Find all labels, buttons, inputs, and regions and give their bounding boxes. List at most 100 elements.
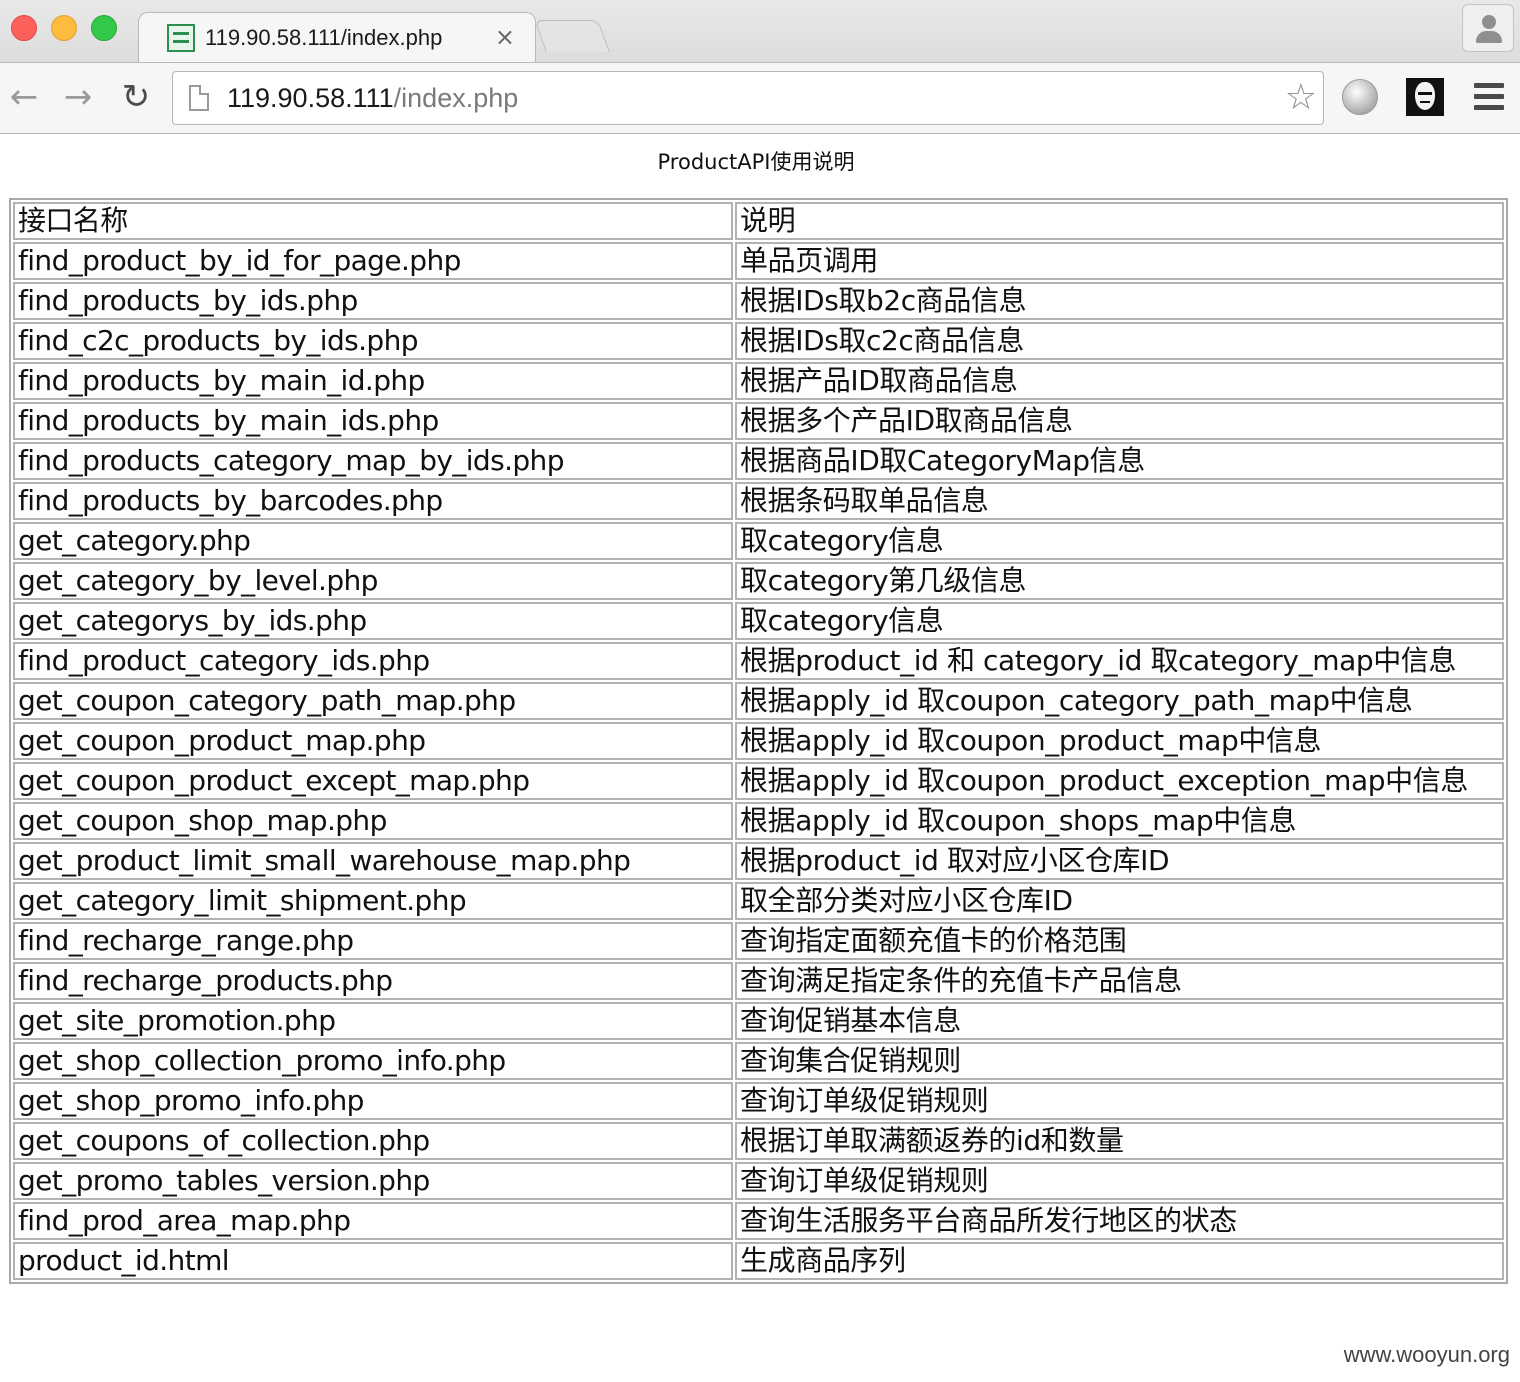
api-description-cell: 根据商品ID取CategoryMap信息 (735, 442, 1504, 480)
api-name-cell: find_products_by_main_ids.php (13, 402, 733, 440)
api-description-cell: 根据多个产品ID取商品信息 (735, 402, 1504, 440)
table-row: get_category.php 取category信息 (13, 522, 1504, 560)
arrow-left-icon[interactable]: ← (4, 77, 44, 117)
table-row: find_recharge_range.php 查询指定面额充值卡的价格范围 (13, 922, 1504, 960)
api-name-cell: get_coupon_shop_map.php (13, 802, 733, 840)
api-description-cell: 根据product_id 和 category_id 取category_map… (735, 642, 1504, 680)
table-row: get_category_by_level.php 取category第几级信息 (13, 562, 1504, 600)
mask-extension-icon[interactable] (1406, 78, 1444, 116)
api-description-cell: 根据IDs取b2c商品信息 (735, 282, 1504, 320)
table-header-row: 接口名称 说明 (13, 202, 1504, 240)
api-description-cell: 取category信息 (735, 602, 1504, 640)
table-row: get_shop_collection_promo_info.php 查询集合促销… (13, 1042, 1504, 1080)
table-row: find_products_by_ids.php 根据IDs取b2c商品信息 (13, 282, 1504, 320)
api-name-cell: get_shop_collection_promo_info.php (13, 1042, 733, 1080)
window-zoom-button[interactable] (91, 15, 117, 41)
api-name-cell: find_products_by_main_id.php (13, 362, 733, 400)
table-row: get_coupon_product_map.php 根据apply_id 取co… (13, 722, 1504, 760)
user-icon (1482, 15, 1496, 29)
tab-close-icon[interactable]: × (495, 23, 515, 51)
api-description-cell: 根据apply_id 取coupon_product_exception_map… (735, 762, 1504, 800)
profile-button[interactable] (1462, 4, 1514, 52)
user-icon-body (1476, 31, 1502, 43)
table-row: get_shop_promo_info.php 查询订单级促销规则 (13, 1082, 1504, 1120)
url-path: /index.php (393, 83, 519, 113)
api-description-cell: 生成商品序列 (735, 1242, 1504, 1280)
api-name-cell: get_coupon_product_except_map.php (13, 762, 733, 800)
api-description-cell: 单品页调用 (735, 242, 1504, 280)
api-name-cell: find_product_category_ids.php (13, 642, 733, 680)
window-close-button[interactable] (11, 15, 37, 41)
api-description-cell: 根据订单取满额返券的id和数量 (735, 1122, 1504, 1160)
api-name-cell: find_recharge_range.php (13, 922, 733, 960)
api-description-cell: 查询生活服务平台商品所发行地区的状态 (735, 1202, 1504, 1240)
url-host: 119.90.58.111 (227, 83, 394, 113)
api-description-cell: 根据产品ID取商品信息 (735, 362, 1504, 400)
api-description-cell: 查询指定面额充值卡的价格范围 (735, 922, 1504, 960)
api-name-cell: get_product_limit_small_warehouse_map.ph… (13, 842, 733, 880)
table-row: get_categorys_by_ids.php 取category信息 (13, 602, 1504, 640)
api-table: 接口名称 说明 find_product_by_id_for_page.php 单… (9, 198, 1508, 1284)
star-icon[interactable]: ☆ (1285, 76, 1317, 120)
api-name-cell: get_shop_promo_info.php (13, 1082, 733, 1120)
page-title: ProductAPI使用说明 (657, 150, 855, 174)
table-row: find_product_by_id_for_page.php 单品页调用 (13, 242, 1504, 280)
table-row: product_id.html 生成商品序列 (13, 1242, 1504, 1280)
api-description-cell: 查询满足指定条件的充值卡产品信息 (735, 962, 1504, 1000)
api-name-cell: get_coupon_product_map.php (13, 722, 733, 760)
api-description-cell: 根据product_id 取对应小区仓库ID (735, 842, 1504, 880)
table-row: get_coupon_shop_map.php 根据apply_id 取coupo… (13, 802, 1504, 840)
table-row: get_coupons_of_collection.php 根据订单取满额返券的i… (13, 1122, 1504, 1160)
table-row: get_product_limit_small_warehouse_map.ph… (13, 842, 1504, 880)
browser-tab-strip: 119.90.58.111/index.php × (0, 0, 1520, 64)
table-row: get_site_promotion.php 查询促销基本信息 (13, 1002, 1504, 1040)
api-name-cell: product_id.html (13, 1242, 733, 1280)
url-text[interactable]: 119.90.58.111/index.php (227, 83, 518, 114)
window-minimize-button[interactable] (51, 15, 77, 41)
api-name-cell: find_products_by_barcodes.php (13, 482, 733, 520)
api-description-cell: 取category第几级信息 (735, 562, 1504, 600)
table-row: find_products_by_main_ids.php 根据多个产品ID取商品… (13, 402, 1504, 440)
api-description-cell: 根据apply_id 取coupon_category_path_map中信息 (735, 682, 1504, 720)
table-row: find_products_by_barcodes.php 根据条码取单品信息 (13, 482, 1504, 520)
api-description-cell: 根据apply_id 取coupon_shops_map中信息 (735, 802, 1504, 840)
api-description-cell: 根据条码取单品信息 (735, 482, 1504, 520)
api-name-cell: get_coupons_of_collection.php (13, 1122, 733, 1160)
api-name-cell: get_promo_tables_version.php (13, 1162, 733, 1200)
api-name-cell: get_site_promotion.php (13, 1002, 733, 1040)
tab-title: 119.90.58.111/index.php (205, 25, 443, 50)
api-name-cell: find_product_by_id_for_page.php (13, 242, 733, 280)
api-name-cell: get_category_by_level.php (13, 562, 733, 600)
api-name-cell: find_products_by_ids.php (13, 282, 733, 320)
api-name-cell: get_category.php (13, 522, 733, 560)
page-icon (189, 85, 209, 111)
column-header-description: 说明 (735, 202, 1504, 240)
table-row: get_coupon_product_except_map.php 根据apply… (13, 762, 1504, 800)
hamburger-menu-icon[interactable] (1474, 83, 1504, 111)
api-name-cell: get_coupon_category_path_map.php (13, 682, 733, 720)
table-row: find_products_by_main_id.php 根据产品ID取商品信息 (13, 362, 1504, 400)
globe-extension-icon[interactable] (1342, 79, 1378, 115)
api-description-cell: 取全部分类对应小区仓库ID (735, 882, 1504, 920)
api-name-cell: find_products_category_map_by_ids.php (13, 442, 733, 480)
browser-tab-active[interactable]: 119.90.58.111/index.php × (138, 12, 536, 64)
api-name-cell: get_category_limit_shipment.php (13, 882, 733, 920)
table-row: get_category_limit_shipment.php 取全部分类对应小区… (13, 882, 1504, 920)
reload-icon[interactable]: ↻ (116, 77, 156, 117)
api-name-cell: find_prod_area_map.php (13, 1202, 733, 1240)
new-tab-button[interactable] (534, 20, 610, 52)
api-description-cell: 查询集合促销规则 (735, 1042, 1504, 1080)
table-row: find_recharge_products.php 查询满足指定条件的充值卡产品… (13, 962, 1504, 1000)
api-description-cell: 查询订单级促销规则 (735, 1162, 1504, 1200)
api-description-cell: 根据apply_id 取coupon_product_map中信息 (735, 722, 1504, 760)
favicon-icon (167, 24, 195, 52)
mask-face (1415, 82, 1435, 110)
arrow-right-icon[interactable]: → (58, 77, 98, 117)
api-name-cell: find_c2c_products_by_ids.php (13, 322, 733, 360)
address-bar[interactable]: 119.90.58.111/index.php ☆ (172, 71, 1324, 125)
table-row: find_product_category_ids.php 根据product_i… (13, 642, 1504, 680)
browser-toolbar: ← → ↻ 119.90.58.111/index.php ☆ (0, 62, 1520, 134)
api-name-cell: find_recharge_products.php (13, 962, 733, 1000)
api-description-cell: 根据IDs取c2c商品信息 (735, 322, 1504, 360)
table-row: get_coupon_category_path_map.php 根据apply_… (13, 682, 1504, 720)
